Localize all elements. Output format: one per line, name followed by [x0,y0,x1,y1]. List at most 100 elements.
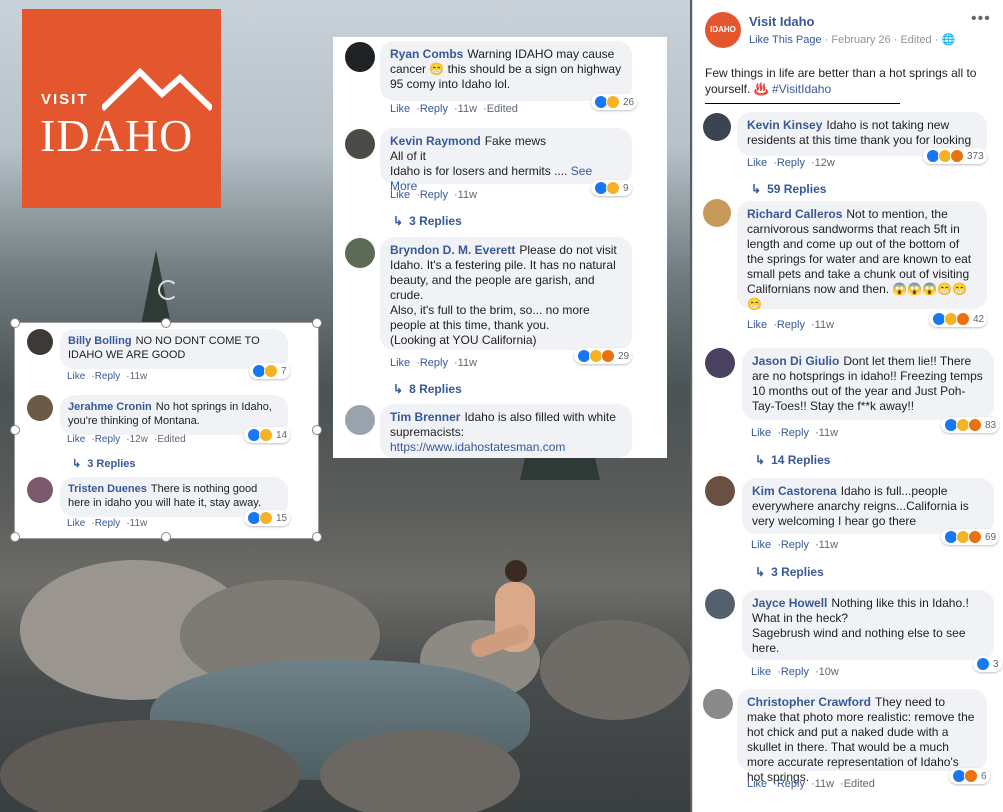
reaction-count[interactable]: 29 [574,348,633,364]
commenter-name[interactable]: Jason Di Giulio [752,354,839,368]
like-button[interactable]: Like [747,778,767,790]
resize-handle[interactable] [312,532,322,542]
reaction-count[interactable]: 42 [929,311,988,327]
comment-bubble: Jayce Howell Nothing like this in Idaho.!… [742,590,994,660]
like-button[interactable]: Like [67,434,85,445]
like-button[interactable]: Like [390,189,410,201]
like-button[interactable]: Like [67,371,85,382]
rotate-handle-icon[interactable] [158,280,178,300]
avatar[interactable] [345,238,375,268]
view-replies-link[interactable]: 8 Replies [393,382,462,396]
timestamp[interactable]: 11w [458,189,477,201]
avatar[interactable] [705,589,735,619]
avatar[interactable] [705,476,735,506]
timestamp[interactable]: 11w [819,539,838,551]
commenter-name[interactable]: Christopher Crawford [747,695,871,709]
timestamp[interactable]: 11w [819,427,838,439]
view-replies-link[interactable]: 59 Replies [751,182,826,196]
resize-handle[interactable] [161,318,171,328]
post-text: Few things in life are better than a hot… [705,66,977,96]
commenter-name[interactable]: Kevin Kinsey [747,118,822,132]
reply-button[interactable]: Reply [781,666,809,678]
like-button[interactable]: Like [747,319,767,331]
like-button[interactable]: Like [747,157,767,169]
commenter-name[interactable]: Billy Bolling [68,335,132,347]
avatar[interactable] [27,395,53,421]
page-avatar[interactable]: IDAHO [705,12,741,48]
reaction-count[interactable]: 26 [591,94,638,110]
resize-handle[interactable] [10,318,20,328]
avatar[interactable] [703,199,731,227]
resize-handle[interactable] [10,532,20,542]
view-replies-link[interactable]: 14 Replies [755,453,830,467]
reaction-count[interactable]: 14 [244,427,291,443]
timestamp[interactable]: 12w [130,434,148,445]
avatar[interactable] [703,689,733,719]
hashtag-link[interactable]: #VisitIdaho [772,82,831,96]
like-button[interactable]: Like [751,539,771,551]
reply-button[interactable]: Reply [95,518,121,529]
reply-button[interactable]: Reply [420,189,448,201]
reply-button[interactable]: Reply [781,427,809,439]
reaction-count[interactable]: 3 [973,656,1002,672]
reaction-count[interactable]: 15 [244,510,291,526]
timestamp[interactable]: 11w [130,371,148,382]
commenter-name[interactable]: Jerahme Cronin [68,401,152,413]
resize-handle[interactable] [312,425,322,435]
reply-button[interactable]: Reply [95,371,121,382]
commenter-name[interactable]: Tim Brenner [390,410,460,424]
left-comment-panel[interactable]: Billy Bolling NO NO DONT COME TO IDAHO WE… [14,322,319,539]
like-button[interactable]: Like [67,518,85,529]
timestamp[interactable]: 11w [815,319,834,331]
avatar[interactable] [27,477,53,503]
page-name[interactable]: Visit Idaho [749,14,815,29]
like-page-link[interactable]: Like This Page [749,34,822,46]
commenter-name[interactable]: Kevin Raymond [390,134,481,148]
reaction-count[interactable]: 69 [941,529,1000,545]
commenter-name[interactable]: Bryndon D. M. Everett [390,243,515,257]
commenter-name[interactable]: Ryan Combs [390,47,463,61]
resize-handle[interactable] [10,425,20,435]
commenter-name[interactable]: Kim Castorena [752,484,837,498]
reply-button[interactable]: Reply [777,778,805,790]
more-horizontal-icon[interactable]: ••• [971,10,991,28]
like-button[interactable]: Like [751,427,771,439]
reply-button[interactable]: Reply [420,357,448,369]
commenter-name[interactable]: Jayce Howell [752,596,827,610]
avatar[interactable] [345,129,375,159]
like-button[interactable]: Like [390,357,410,369]
reply-button[interactable]: Reply [420,103,448,115]
reaction-count[interactable]: 373 [923,148,987,164]
reply-button[interactable]: Reply [95,434,121,445]
article-link[interactable]: https://www.idahostatesman.com [390,440,565,454]
post-date[interactable]: February 26 [831,34,890,46]
timestamp[interactable]: 11w [458,357,477,369]
view-replies-link[interactable]: 3 Replies [393,214,462,228]
reply-button[interactable]: Reply [777,157,805,169]
reaction-count[interactable]: 9 [591,180,632,196]
avatar[interactable] [703,113,731,141]
timestamp[interactable]: 11w [815,778,834,790]
reaction-count[interactable]: 7 [249,363,290,379]
timestamp[interactable]: 11w [458,103,477,115]
like-button[interactable]: Like [751,666,771,678]
reaction-count[interactable]: 6 [949,768,990,784]
logo-visit-text: VISIT [41,91,89,108]
resize-handle[interactable] [312,318,322,328]
timestamp[interactable]: 12w [815,157,835,169]
timestamp[interactable]: 10w [819,666,839,678]
resize-handle[interactable] [161,532,171,542]
avatar[interactable] [345,405,375,435]
view-replies-link[interactable]: 3 Replies [755,565,824,579]
avatar[interactable] [345,42,375,72]
reply-button[interactable]: Reply [781,539,809,551]
avatar[interactable] [705,348,735,378]
commenter-name[interactable]: Tristen Duenes [68,483,147,495]
avatar[interactable] [27,329,53,355]
reply-button[interactable]: Reply [777,319,805,331]
timestamp[interactable]: 11w [130,518,148,529]
reaction-count[interactable]: 83 [941,417,1000,433]
view-replies-link[interactable]: 3 Replies [72,457,135,470]
like-button[interactable]: Like [390,103,410,115]
commenter-name[interactable]: Richard Calleros [747,207,842,221]
